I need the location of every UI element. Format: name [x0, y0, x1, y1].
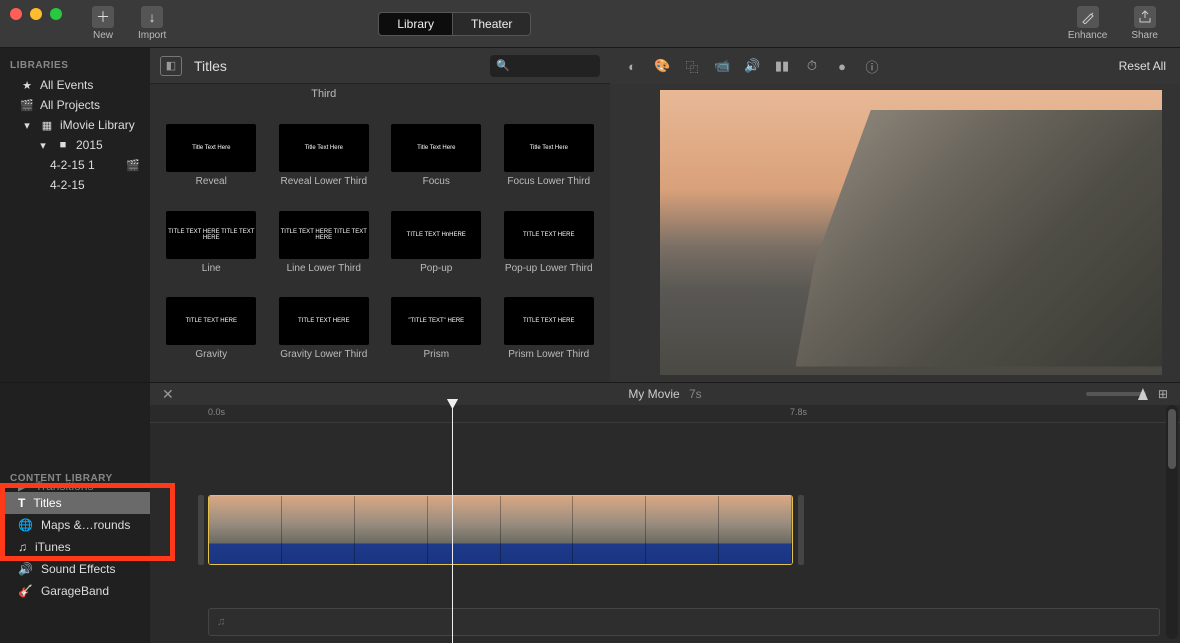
title-line-lower-third[interactable]: TITLE TEXT HERE TITLE TEXT HERELine Lowe…: [273, 211, 376, 292]
import-label: Import: [138, 30, 166, 41]
timeline-ruler[interactable]: 0.0s 7.8s: [150, 405, 1180, 423]
title-prism-lower-third[interactable]: TITLE TEXT HEREPrism Lower Third: [498, 297, 601, 378]
new-button[interactable]: ＋New: [80, 6, 126, 41]
film-icon: 🎬: [20, 99, 34, 112]
title-focus-lower-third[interactable]: Title Text HereFocus Lower Third: [498, 124, 601, 205]
new-label: New: [93, 30, 113, 41]
close-window[interactable]: [10, 8, 22, 20]
playhead-line[interactable]: [452, 405, 453, 643]
noise-reduction-icon[interactable]: ▮▮: [774, 58, 790, 74]
maximize-window[interactable]: [50, 8, 62, 20]
guitar-icon: 🎸: [18, 584, 33, 598]
timeline-tracks[interactable]: ♫: [150, 423, 1180, 643]
stabilize-icon[interactable]: 📹: [714, 58, 730, 74]
theater-tab[interactable]: Theater: [453, 12, 531, 36]
content-titles[interactable]: TTitles: [0, 492, 150, 514]
minimize-window[interactable]: [30, 8, 42, 20]
browser-title: Titles: [194, 58, 227, 74]
timeline-scrollbar[interactable]: [1166, 405, 1178, 639]
all-events[interactable]: ★All Events: [0, 75, 150, 95]
speaker-icon: 🔊: [18, 562, 33, 576]
enhance-label: Enhance: [1068, 30, 1107, 41]
clapper-icon: 🎬: [126, 159, 140, 172]
top-toolbar: ＋New ↓Import Library Theater Enhance Sha…: [0, 0, 1180, 48]
event-4-2-15-1[interactable]: 4-2-15 1🎬: [0, 155, 150, 175]
title-reveal-lower-third[interactable]: Title Text HereReveal Lower Third: [273, 124, 376, 205]
share-button[interactable]: Share: [1119, 6, 1170, 41]
year-2015[interactable]: ▾■2015: [0, 135, 150, 155]
music-note-icon: ♫: [217, 616, 225, 628]
content-library-sidebar: CONTENT LIBRARY ▶Transitions TTitles 🌐Ma…: [0, 383, 150, 643]
search-icon: 🔍: [496, 59, 510, 72]
enhance-button[interactable]: Enhance: [1056, 6, 1119, 41]
library-sidebar: LIBRARIES ★All Events 🎬All Projects ▾▦iM…: [0, 48, 150, 382]
color-correction-icon[interactable]: 🎨: [654, 58, 670, 74]
share-label: Share: [1131, 30, 1158, 41]
text-icon: T: [18, 496, 25, 510]
library-theater-segment: Library Theater: [378, 12, 531, 36]
sidebar-toggle[interactable]: ◧: [160, 56, 182, 76]
ruler-start: 0.0s: [208, 407, 225, 417]
timeline-area: CONTENT LIBRARY ▶Transitions TTitles 🌐Ma…: [0, 382, 1180, 643]
content-maps[interactable]: 🌐Maps &…rounds: [0, 514, 150, 536]
clip-handle-left[interactable]: [198, 495, 204, 565]
title-reveal[interactable]: Title Text HereReveal: [160, 124, 263, 205]
col-head-third: Third: [273, 88, 376, 118]
content-garageband[interactable]: 🎸GarageBand: [0, 580, 150, 602]
import-button[interactable]: ↓Import: [126, 6, 178, 41]
title-prism[interactable]: "TITLE TEXT" HEREPrism: [385, 297, 488, 378]
title-focus[interactable]: Title Text HereFocus: [385, 124, 488, 205]
preview-image: [796, 110, 1163, 367]
movie-title: My Movie 7s: [628, 387, 701, 401]
content-transitions[interactable]: ▶Transitions: [0, 480, 150, 492]
preview-panel: ◐ 🎨 ⿻ 📹 🔊 ▮▮ ⏱ ● ⓘ Reset All: [610, 48, 1180, 382]
libraries-header: LIBRARIES: [0, 56, 150, 75]
disclosure-icon: ▾: [36, 139, 50, 152]
speed-icon[interactable]: ⏱: [804, 58, 820, 74]
video-clip[interactable]: [208, 495, 793, 565]
volume-icon[interactable]: 🔊: [744, 58, 760, 74]
title-line[interactable]: TITLE TEXT HERE TITLE TEXT HERELine: [160, 211, 263, 292]
preview-viewer[interactable]: [660, 90, 1162, 375]
star-icon: ★: [20, 79, 34, 92]
info-icon[interactable]: ⓘ: [864, 57, 880, 76]
timeline-close[interactable]: ✕: [162, 386, 174, 403]
color-balance-icon[interactable]: ◐: [624, 59, 640, 74]
library-icon: ▦: [40, 119, 54, 132]
zoom-slider[interactable]: [1086, 392, 1146, 396]
audio-track[interactable]: ♫: [208, 608, 1160, 636]
effects-icon[interactable]: ●: [834, 59, 850, 74]
disclosure-icon: ▾: [20, 119, 34, 132]
crop-icon[interactable]: ⿻: [684, 57, 700, 76]
all-projects[interactable]: 🎬All Projects: [0, 95, 150, 115]
search-input[interactable]: 🔍: [490, 55, 600, 77]
music-icon: ♫: [18, 540, 27, 554]
title-gravity-lower-third[interactable]: TITLE TEXT HEREGravity Lower Third: [273, 297, 376, 378]
title-pop-up[interactable]: TITLE TEXT HnHEREPop-up: [385, 211, 488, 292]
content-sound-effects[interactable]: 🔊Sound Effects: [0, 558, 150, 580]
content-itunes[interactable]: ♫iTunes: [0, 536, 150, 558]
globe-icon: 🌐: [18, 518, 33, 532]
imovie-library[interactable]: ▾▦iMovie Library: [0, 115, 150, 135]
ruler-end: 7.8s: [790, 407, 807, 417]
reset-all-button[interactable]: Reset All: [1119, 59, 1166, 73]
event-4-2-15[interactable]: 4-2-15: [0, 175, 150, 195]
title-pop-up-lower-third[interactable]: TITLE TEXT HEREPop-up Lower Third: [498, 211, 601, 292]
titles-browser: ◧ Titles 🔍 Third Title Text HereReveal T…: [150, 48, 610, 382]
library-tab[interactable]: Library: [378, 12, 453, 36]
transitions-icon: ▶: [18, 480, 27, 492]
content-library-header: CONTENT LIBRARY: [0, 383, 150, 488]
clip-handle-right[interactable]: [798, 495, 804, 565]
timeline-settings-icon[interactable]: ⊞: [1158, 387, 1168, 401]
title-gravity[interactable]: TITLE TEXT HEREGravity: [160, 297, 263, 378]
folder-icon: ■: [56, 139, 70, 151]
